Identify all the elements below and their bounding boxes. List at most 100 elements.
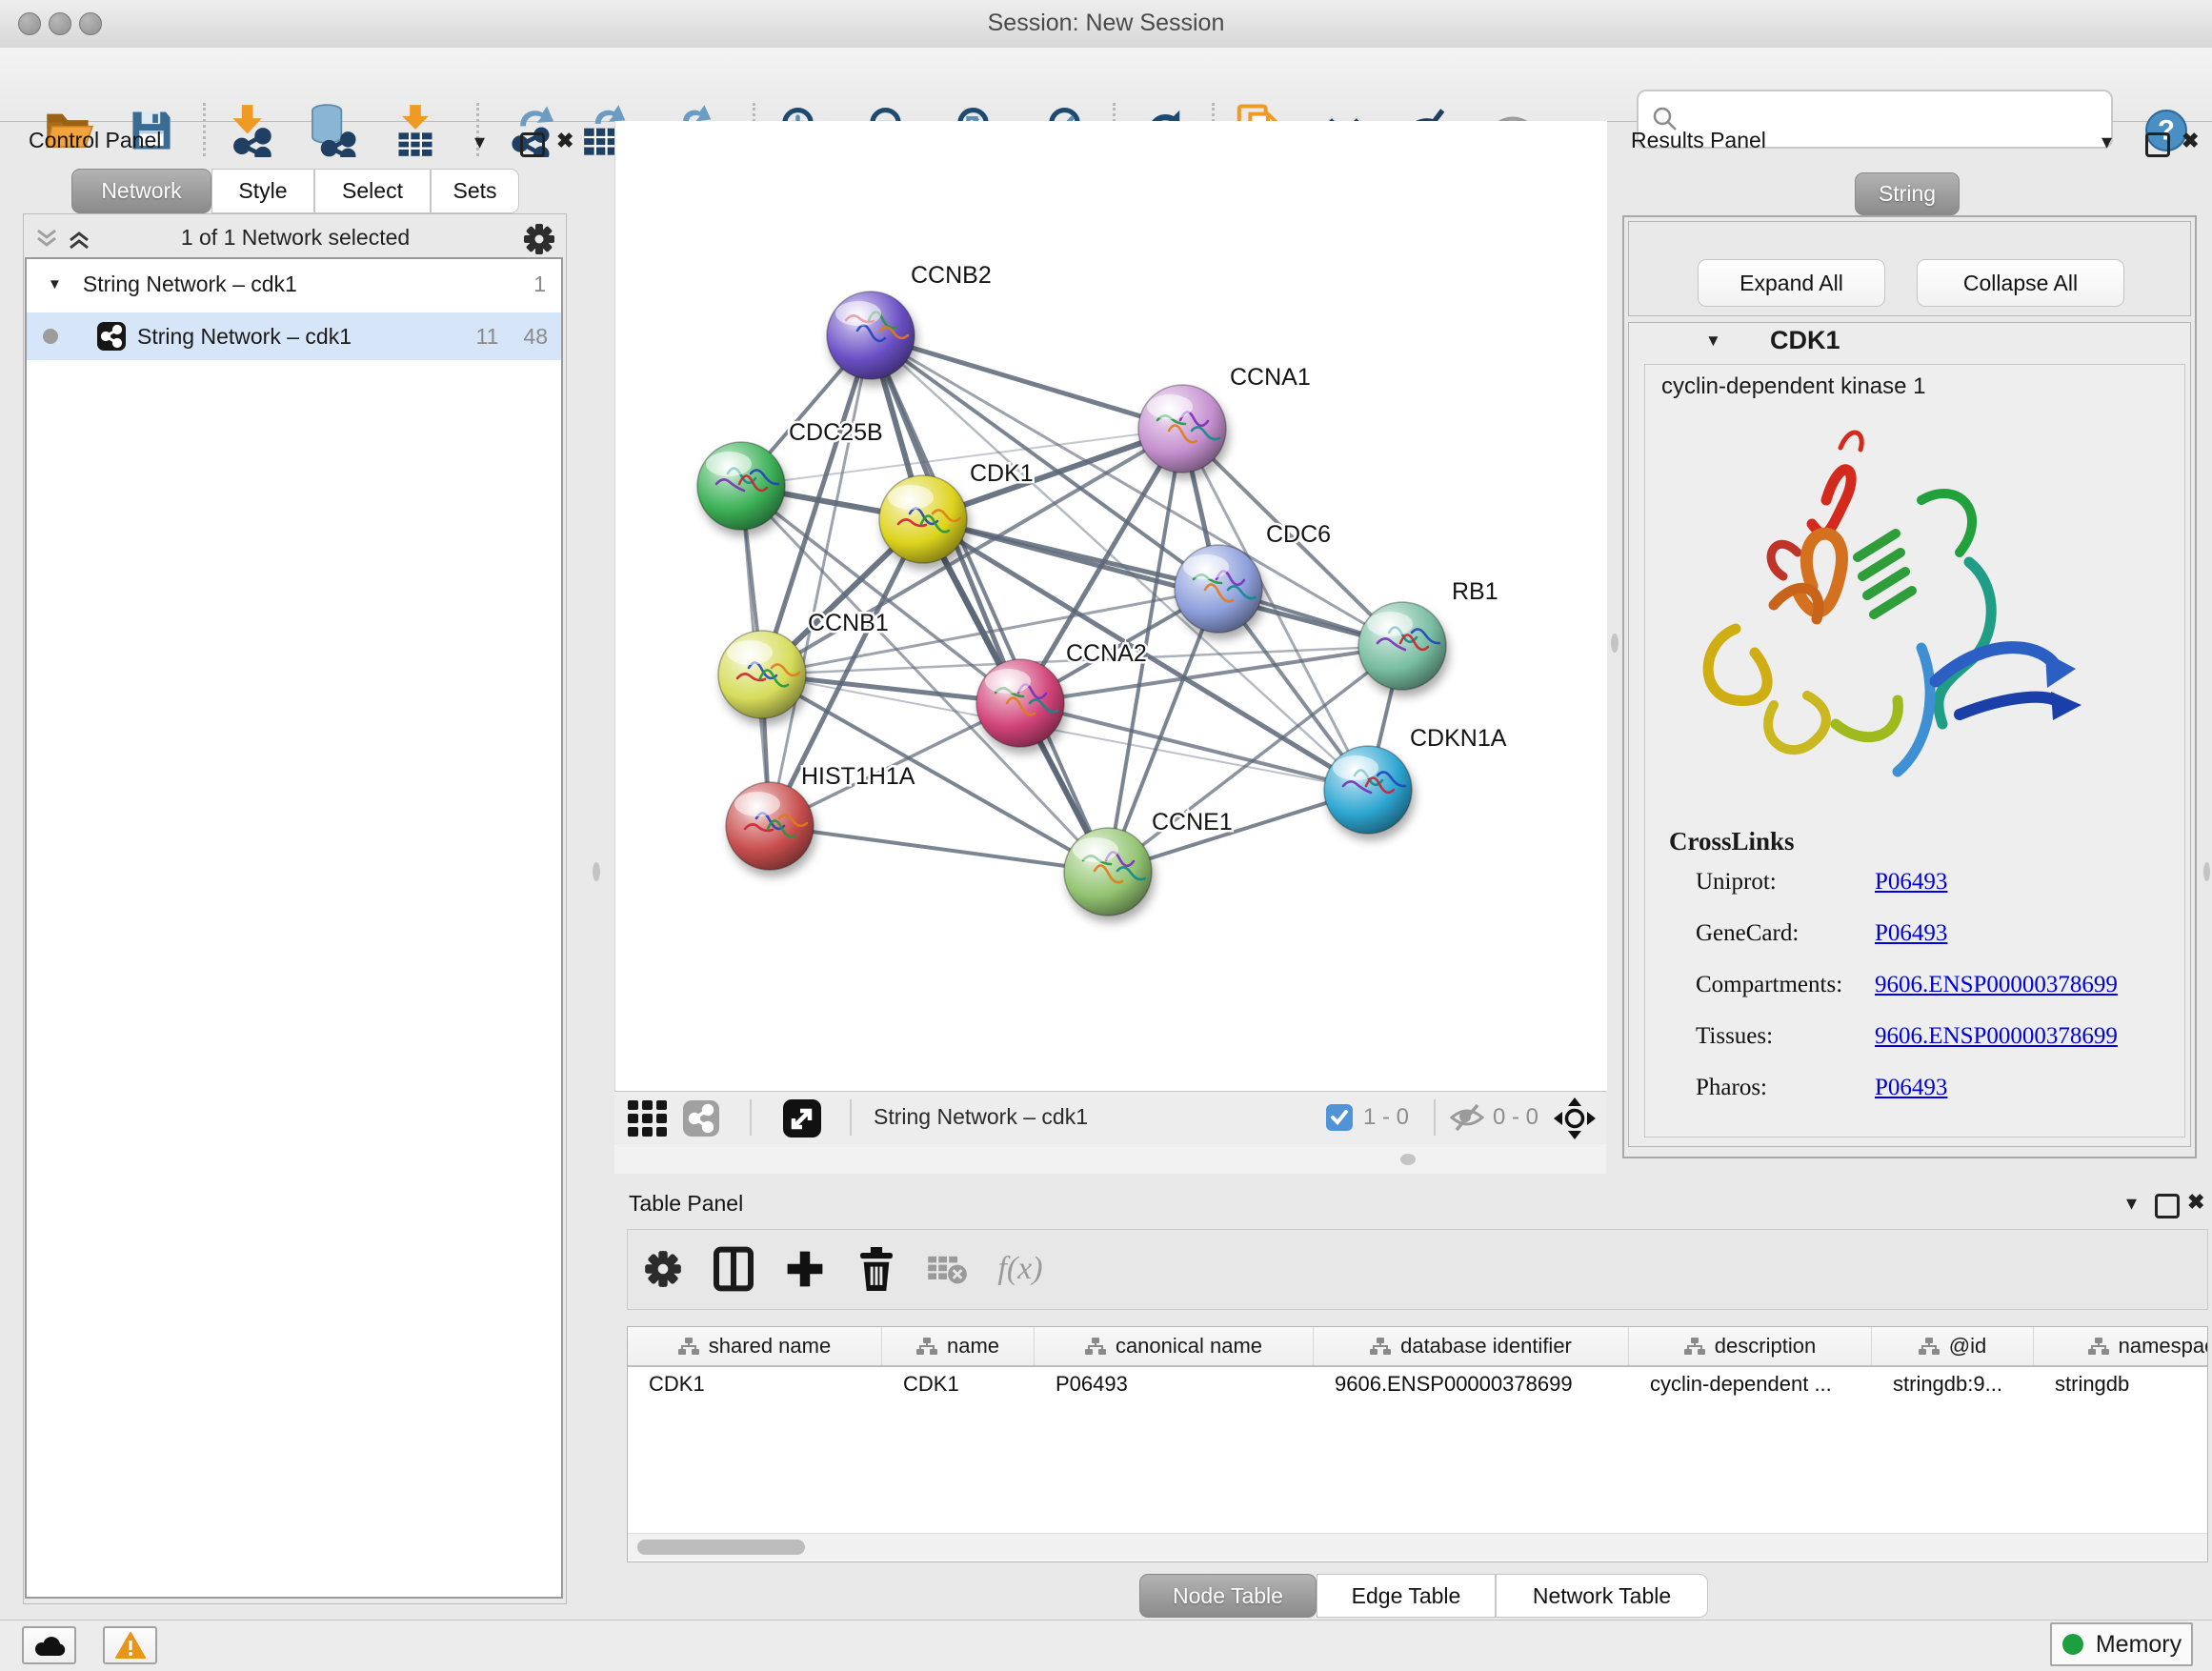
control-panel-collapse-icon[interactable]: ▾ bbox=[474, 130, 485, 154]
tab-node-table[interactable]: Node Table bbox=[1139, 1574, 1317, 1618]
graph-node-rb1[interactable] bbox=[1358, 602, 1446, 690]
cloud-button[interactable] bbox=[22, 1626, 76, 1664]
graph-node-cdk1[interactable] bbox=[879, 475, 967, 563]
node-label-cdc25b: CDC25B bbox=[789, 419, 883, 446]
table-cell[interactable]: 9606.ENSP00000378699 bbox=[1314, 1365, 1629, 1403]
graph-node-ccna1[interactable] bbox=[1138, 385, 1226, 473]
right-splitter-handle[interactable] bbox=[1611, 634, 1619, 653]
splitter-handle[interactable] bbox=[1400, 1154, 1416, 1165]
network-label: String Network – cdk1 bbox=[137, 324, 352, 350]
column-header-database-identifier[interactable]: database identifier bbox=[1314, 1327, 1629, 1365]
graph-node-ccnb1[interactable] bbox=[718, 631, 806, 718]
cloud-icon bbox=[33, 1633, 66, 1658]
graph-node-cdc25b[interactable] bbox=[697, 442, 785, 530]
import-table-icon[interactable] bbox=[389, 103, 442, 158]
table-panel-float-icon[interactable] bbox=[2155, 1194, 2180, 1218]
graph-edge-CCNB2-CCNA1[interactable] bbox=[871, 335, 1182, 429]
graph-edge-CCNA2-CDKN1A[interactable] bbox=[1020, 703, 1368, 790]
node-label-ccnb2: CCNB2 bbox=[911, 262, 992, 289]
results-panel-collapse-icon[interactable]: ▾ bbox=[2101, 130, 2112, 154]
graph-node-hist1h1a[interactable] bbox=[726, 782, 814, 870]
scrollbar-thumb[interactable] bbox=[637, 1540, 805, 1555]
import-network-database-icon[interactable] bbox=[306, 103, 359, 158]
open-in-window-icon[interactable] bbox=[783, 1099, 821, 1137]
warning-icon bbox=[115, 1632, 146, 1659]
collapse-all-networks-icon[interactable] bbox=[34, 227, 59, 252]
statusbar-separator bbox=[750, 1099, 752, 1136]
network-canvas[interactable]: CCNB2CCNA1CDC25BCDK1CDC6RB1CCNB1CCNA2CDK… bbox=[614, 121, 1607, 1091]
network-collection-row[interactable]: ▼ String Network – cdk1 1 bbox=[27, 259, 561, 309]
memory-status-icon bbox=[2061, 1633, 2084, 1656]
memory-button[interactable]: Memory bbox=[2050, 1622, 2193, 1666]
crosslink-row: GeneCard:P06493 bbox=[1696, 920, 1947, 947]
table-settings-gear-icon[interactable] bbox=[633, 1238, 693, 1299]
table-horizontal-scrollbar[interactable] bbox=[628, 1533, 2207, 1560]
column-header-canonical-name[interactable]: canonical name bbox=[1035, 1327, 1314, 1365]
crosslink-value-link[interactable]: P06493 bbox=[1875, 1075, 1947, 1101]
hidden-eye-icon[interactable] bbox=[1449, 1102, 1485, 1133]
table-panel-close-icon[interactable]: ✖ bbox=[2187, 1190, 2204, 1215]
horizontal-splitter[interactable] bbox=[614, 1144, 1606, 1174]
table-panel-collapse-icon[interactable]: ▾ bbox=[2126, 1191, 2137, 1216]
warnings-button[interactable] bbox=[103, 1626, 157, 1664]
table-cell[interactable]: P06493 bbox=[1035, 1365, 1314, 1403]
title-bar: Session: New Session bbox=[0, 0, 2212, 49]
crosslink-value-link[interactable]: P06493 bbox=[1875, 920, 1947, 947]
birdseye-navigator-icon[interactable] bbox=[1553, 1097, 1597, 1140]
control-panel-close-icon[interactable]: ✖ bbox=[556, 129, 573, 153]
expand-all-button[interactable]: Expand All bbox=[1698, 259, 1885, 307]
column-header-namespace[interactable]: namespace bbox=[2034, 1327, 2208, 1365]
collapse-all-button[interactable]: Collapse All bbox=[1917, 259, 2124, 307]
show-columns-icon[interactable] bbox=[704, 1238, 763, 1299]
tab-select[interactable]: Select bbox=[314, 169, 431, 213]
import-network-file-icon[interactable] bbox=[223, 103, 276, 158]
tab-network-table[interactable]: Network Table bbox=[1496, 1574, 1708, 1618]
results-panel-float-icon[interactable] bbox=[2145, 132, 2170, 157]
network-row-selected[interactable]: String Network – cdk1 11 48 bbox=[27, 312, 561, 360]
collection-expand-icon[interactable]: ▼ bbox=[48, 276, 62, 292]
crosslink-value-link[interactable]: P06493 bbox=[1875, 869, 1947, 896]
graph-node-ccna2[interactable] bbox=[976, 659, 1064, 747]
graph-node-cdc6[interactable] bbox=[1175, 545, 1262, 633]
table-cell[interactable]: stringdb:9... bbox=[1872, 1365, 2034, 1403]
share-view-icon[interactable] bbox=[683, 1100, 719, 1137]
delete-column-trash-icon[interactable] bbox=[847, 1238, 906, 1299]
left-splitter-handle[interactable] bbox=[593, 862, 600, 881]
node-label-ccne1: CCNE1 bbox=[1152, 809, 1233, 836]
tab-style[interactable]: Style bbox=[211, 169, 314, 213]
collection-count: 1 bbox=[533, 272, 546, 297]
graph-edge-CCNB2-CCNE1[interactable] bbox=[871, 335, 1108, 872]
results-panel-close-icon[interactable]: ✖ bbox=[2182, 129, 2199, 153]
column-header--id[interactable]: @id bbox=[1872, 1327, 2034, 1365]
tab-sets[interactable]: Sets bbox=[431, 169, 519, 213]
graph-node-ccnb2[interactable] bbox=[827, 292, 915, 379]
hidden-count: 0 - 0 bbox=[1493, 1104, 1538, 1131]
protein-collapse-icon[interactable]: ▼ bbox=[1705, 332, 1721, 351]
column-header-shared-name[interactable]: shared name bbox=[628, 1327, 882, 1365]
tab-edge-table[interactable]: Edge Table bbox=[1317, 1574, 1496, 1618]
graph-node-cdkn1a[interactable] bbox=[1324, 746, 1412, 834]
network-node-count: 11 bbox=[476, 324, 499, 350]
column-header-name[interactable]: name bbox=[882, 1327, 1035, 1365]
graph-node-ccne1[interactable] bbox=[1064, 828, 1152, 916]
selected-checkbox-icon[interactable] bbox=[1326, 1104, 1353, 1131]
edge-splitter-handle[interactable] bbox=[2203, 862, 2210, 881]
network-options-gear-icon[interactable] bbox=[523, 223, 555, 255]
control-panel-float-icon[interactable] bbox=[520, 132, 545, 157]
column-header-description[interactable]: description bbox=[1629, 1327, 1872, 1365]
current-network-title: String Network – cdk1 bbox=[874, 1104, 1088, 1130]
crosslink-value-link[interactable]: 9606.ENSP00000378699 bbox=[1875, 972, 2118, 998]
main-toolbar: ? bbox=[0, 48, 2212, 122]
grid-view-icon[interactable] bbox=[626, 1097, 670, 1140]
table-cell[interactable]: stringdb bbox=[2034, 1365, 2208, 1403]
node-label-ccna2: CCNA2 bbox=[1066, 640, 1147, 667]
table-cell[interactable]: CDK1 bbox=[628, 1365, 882, 1403]
table-cell[interactable]: cyclin-dependent ... bbox=[1629, 1365, 1872, 1403]
crosslink-value-link[interactable]: 9606.ENSP00000378699 bbox=[1875, 1023, 2118, 1050]
tab-network[interactable]: Network bbox=[71, 169, 211, 213]
tab-string[interactable]: String bbox=[1855, 172, 1960, 215]
graph-edge-HIST1H1A-CCNE1[interactable] bbox=[770, 826, 1108, 872]
create-column-icon[interactable] bbox=[775, 1238, 835, 1299]
table-cell[interactable]: CDK1 bbox=[882, 1365, 1035, 1403]
expand-all-networks-icon[interactable] bbox=[67, 227, 91, 252]
